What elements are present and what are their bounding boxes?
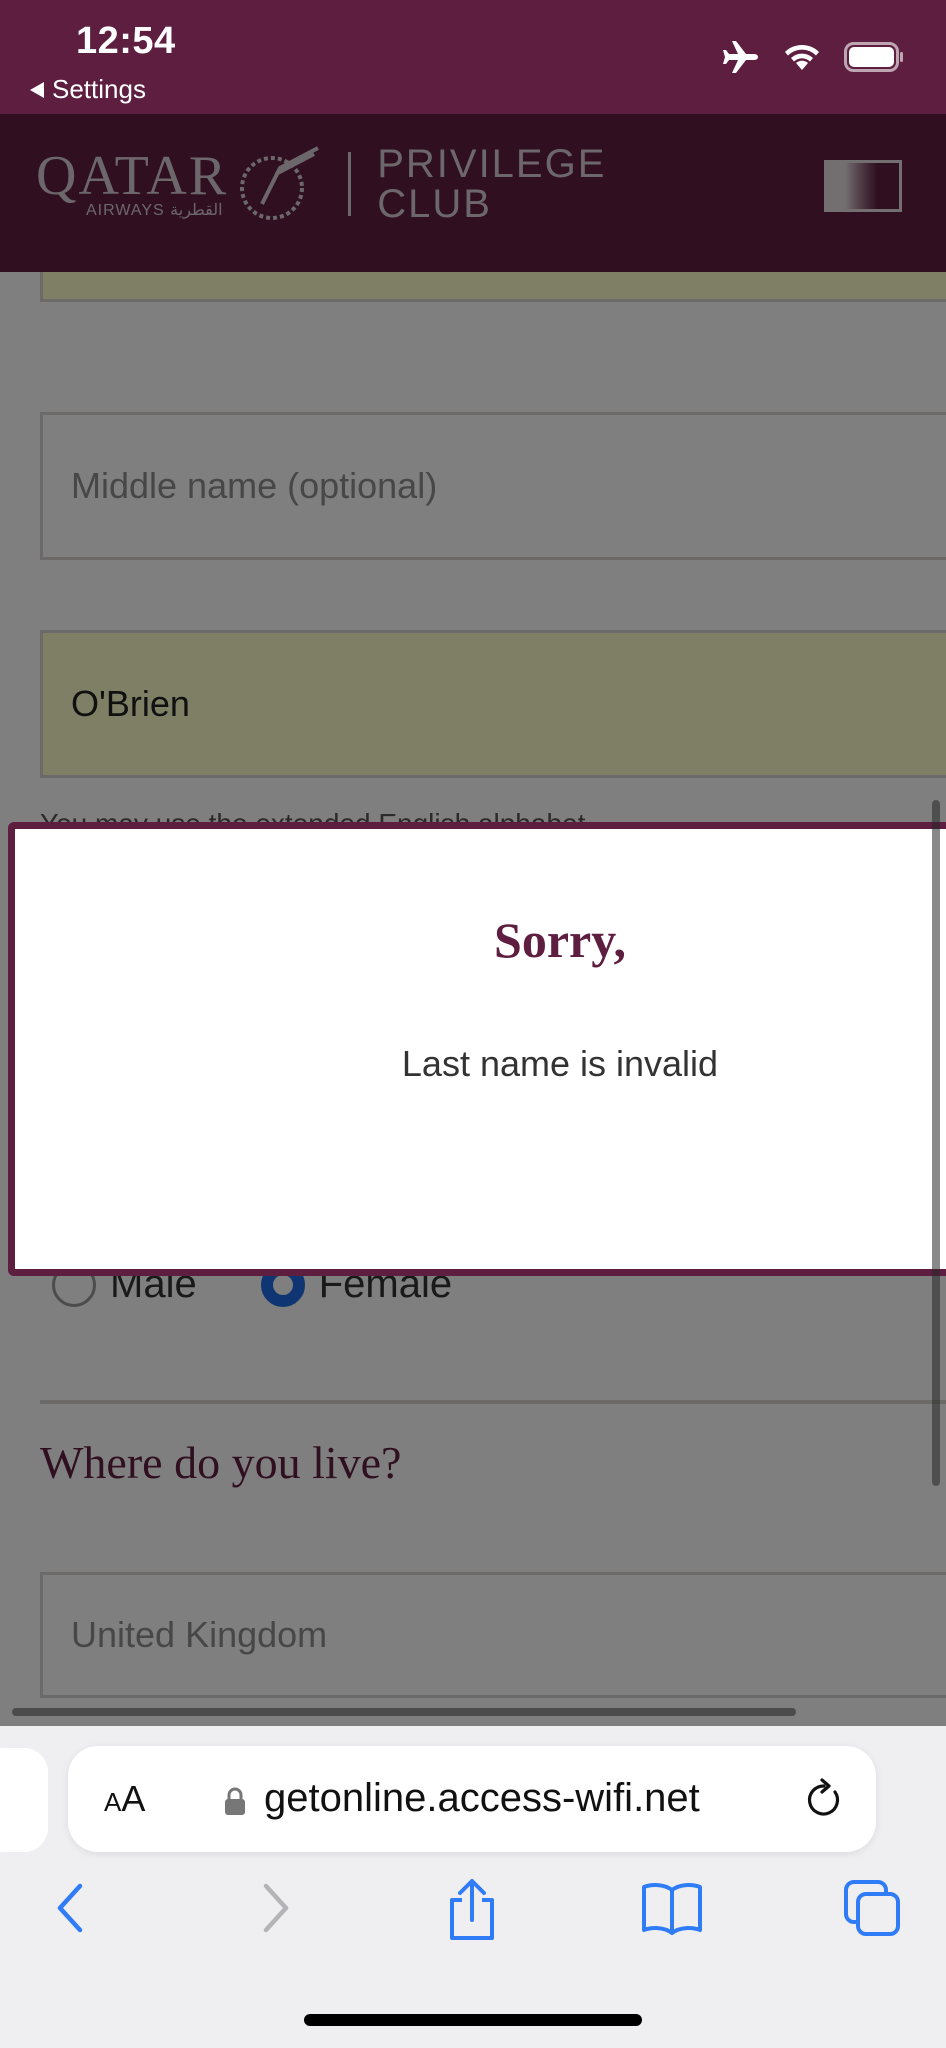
horizontal-scrollbar[interactable] bbox=[12, 1708, 796, 1716]
status-bar: 12:54 Settings bbox=[0, 0, 946, 114]
error-message: Last name is invalid bbox=[401, 1043, 719, 1084]
wifi-icon bbox=[785, 44, 819, 70]
error-dialog: Sorry, Last name is invalid bbox=[8, 822, 946, 1276]
forward-icon[interactable] bbox=[256, 1878, 296, 1938]
url-text: getonline.access-wifi.net bbox=[264, 1776, 700, 1820]
address-bar[interactable]: AA getonline.access-wifi.net bbox=[68, 1746, 876, 1852]
airplane-icon bbox=[723, 41, 758, 73]
status-time: 12:54 bbox=[76, 20, 176, 62]
browser-toolbar bbox=[0, 1878, 946, 1958]
error-title: Sorry, bbox=[494, 912, 626, 968]
back-to-settings-label: Settings bbox=[52, 74, 146, 104]
status-icons bbox=[722, 40, 904, 74]
battery-icon bbox=[844, 42, 903, 72]
reload-icon[interactable] bbox=[804, 1776, 844, 1820]
vertical-scrollbar[interactable] bbox=[932, 800, 940, 1486]
text-size-large-a: A bbox=[121, 1778, 146, 1819]
back-to-settings[interactable]: Settings bbox=[30, 74, 146, 105]
browser-bottom-bar: AA getonline.access-wifi.net bbox=[0, 1726, 946, 2048]
share-icon[interactable] bbox=[444, 1878, 500, 1942]
tabs-icon[interactable] bbox=[842, 1878, 904, 1938]
home-indicator[interactable] bbox=[304, 2014, 642, 2026]
back-icon[interactable] bbox=[52, 1878, 92, 1938]
back-triangle-icon bbox=[30, 81, 44, 98]
lock-icon bbox=[225, 1787, 245, 1815]
bookmarks-icon[interactable] bbox=[640, 1878, 704, 1938]
text-size-button[interactable]: AA bbox=[104, 1778, 145, 1820]
previous-tab-preview[interactable] bbox=[0, 1748, 48, 1852]
text-size-small-a: A bbox=[104, 1787, 122, 1817]
